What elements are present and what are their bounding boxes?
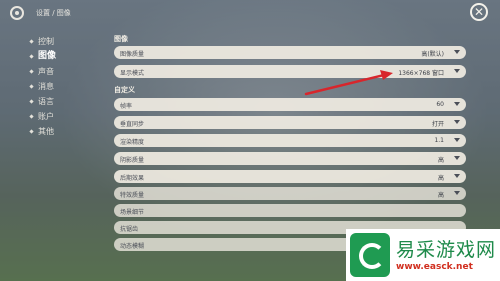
top-bar: 设置 / 图像 ✕ xyxy=(0,0,500,26)
bullet-icon xyxy=(29,39,34,44)
setting-value: 高(默认) xyxy=(421,51,444,58)
setting-value: 高 xyxy=(437,157,444,164)
watermark: 易采游戏网 www.easck.net xyxy=(346,229,500,281)
settings-gear-icon xyxy=(10,6,24,20)
dropdown-caret-icon xyxy=(454,69,460,73)
watermark-logo-icon xyxy=(350,233,390,277)
setting-row-scene-detail[interactable]: 场景细节 xyxy=(114,204,466,217)
section-title-image: 图像 xyxy=(114,35,128,43)
sidebar-item-label: 图像 xyxy=(38,51,57,61)
sidebar-item-messages[interactable]: 消息 xyxy=(29,79,100,94)
setting-value: 1.1 xyxy=(434,137,444,144)
setting-label: 显示模式 xyxy=(120,70,145,77)
sidebar-item-graphics[interactable]: 图像 xyxy=(29,49,100,64)
setting-value: 打开 xyxy=(431,121,444,128)
setting-value: 高 xyxy=(437,175,444,182)
dropdown-caret-icon xyxy=(454,174,460,178)
dropdown-caret-icon xyxy=(454,120,460,124)
setting-label: 特效质量 xyxy=(120,192,145,199)
setting-label: 图像质量 xyxy=(120,51,145,58)
dropdown-caret-icon xyxy=(454,50,460,54)
sidebar-item-audio[interactable]: 声音 xyxy=(29,64,100,79)
setting-label: 帧率 xyxy=(120,103,133,110)
close-button[interactable]: ✕ xyxy=(470,3,488,21)
watermark-name: 易采游戏网 xyxy=(396,239,497,261)
bullet-icon xyxy=(29,69,34,74)
setting-label: 阴影质量 xyxy=(120,157,145,164)
bullet-icon xyxy=(29,99,34,104)
sidebar-item-label: 控制 xyxy=(38,37,54,46)
section-title-custom: 自定义 xyxy=(114,86,135,94)
setting-row-image-quality[interactable]: 图像质量 高(默认) xyxy=(114,46,466,59)
bullet-icon xyxy=(29,114,34,119)
setting-value: 高 xyxy=(437,192,444,199)
setting-row-shadow-quality[interactable]: 阴影质量 高 xyxy=(114,152,466,165)
sidebar-item-label: 消息 xyxy=(38,82,54,91)
sidebar-item-controls[interactable]: 控制 xyxy=(29,34,100,49)
breadcrumb: 设置 / 图像 xyxy=(36,9,71,17)
setting-row-post-effects[interactable]: 后期效果 高 xyxy=(114,170,466,183)
bullet-icon xyxy=(29,129,34,134)
watermark-url: www.easck.net xyxy=(396,262,473,272)
setting-label: 抗锯齿 xyxy=(120,226,139,233)
settings-sidebar: 控制 图像 声音 消息 语言 账户 其他 xyxy=(29,34,100,139)
bullet-icon xyxy=(29,54,34,59)
sidebar-item-language[interactable]: 语言 xyxy=(29,94,100,109)
setting-row-frame-rate[interactable]: 帧率 60 xyxy=(114,98,466,111)
sidebar-item-label: 其他 xyxy=(38,127,54,136)
setting-label: 动态模糊 xyxy=(120,243,145,250)
setting-value: 1366×768 窗口 xyxy=(398,70,444,77)
setting-row-render-resolution[interactable]: 渲染精度 1.1 xyxy=(114,134,466,147)
dropdown-caret-icon xyxy=(454,156,460,160)
setting-label: 垂直同步 xyxy=(120,121,145,128)
setting-row-display-mode[interactable]: 显示模式 1366×768 窗口 xyxy=(114,65,466,78)
setting-label: 后期效果 xyxy=(120,175,145,182)
setting-value: 60 xyxy=(436,101,444,108)
bullet-icon xyxy=(29,84,34,89)
setting-label: 渲染精度 xyxy=(120,139,145,146)
sidebar-item-label: 语言 xyxy=(38,97,54,106)
setting-row-effects-quality[interactable]: 特效质量 高 xyxy=(114,187,466,200)
dropdown-caret-icon xyxy=(454,191,460,195)
setting-label: 场景细节 xyxy=(120,209,145,216)
sidebar-item-label: 声音 xyxy=(38,67,54,76)
dropdown-caret-icon xyxy=(454,138,460,142)
sidebar-item-account[interactable]: 账户 xyxy=(29,109,100,124)
sidebar-item-label: 账户 xyxy=(38,112,54,121)
dropdown-caret-icon xyxy=(454,102,460,106)
sidebar-item-other[interactable]: 其他 xyxy=(29,124,100,139)
setting-row-vsync[interactable]: 垂直同步 打开 xyxy=(114,116,466,129)
